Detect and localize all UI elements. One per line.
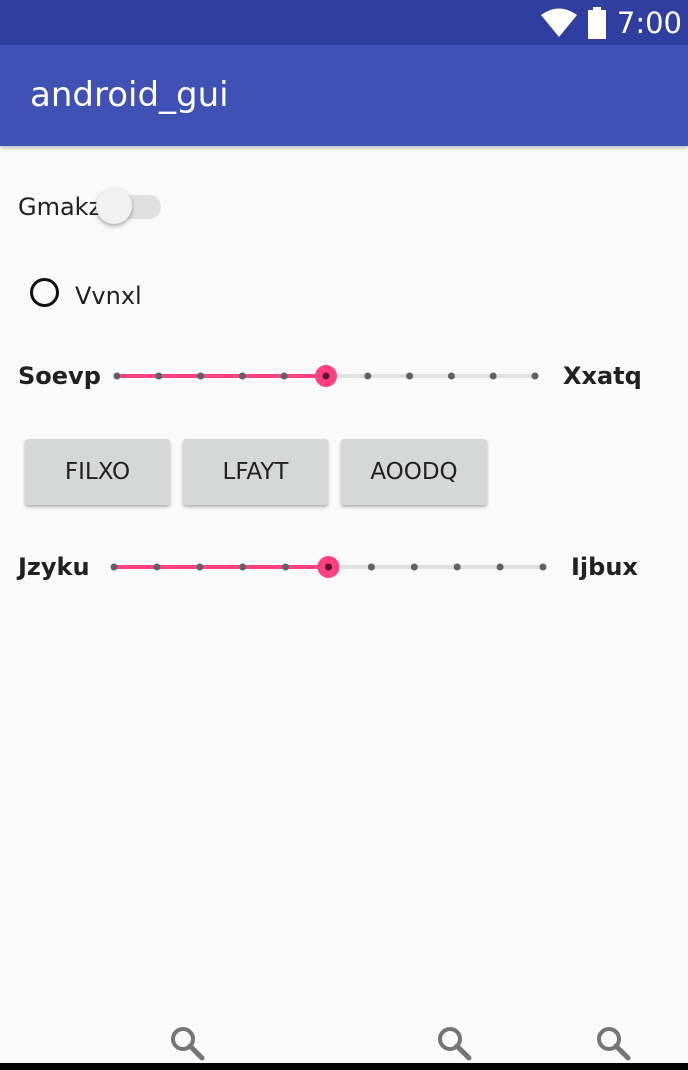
slider1-right-label: Xxatq xyxy=(563,362,642,390)
slider1-thumb-dot xyxy=(322,372,330,380)
status-icons: 7:00 xyxy=(540,0,682,45)
slider2-right-label: Ijbux xyxy=(571,553,638,581)
slider2-tick xyxy=(196,563,204,571)
slider1-tick xyxy=(531,372,539,380)
status-bar: 7:00 xyxy=(0,0,688,45)
slider2-tick xyxy=(539,563,547,571)
slider1-tick xyxy=(364,372,372,380)
search-icon[interactable] xyxy=(169,1025,205,1061)
slider1-tick xyxy=(113,372,121,380)
slider2-tick xyxy=(110,563,118,571)
switch-thumb[interactable] xyxy=(96,188,132,224)
app-title: android_gui xyxy=(30,75,229,115)
app-bar: android_gui xyxy=(0,45,688,146)
battery-icon xyxy=(587,6,606,39)
slider2-tick xyxy=(153,563,161,571)
slider2-tick xyxy=(367,563,375,571)
slider1-tick xyxy=(155,372,163,380)
clock: 7:00 xyxy=(616,5,682,40)
slider1-tick xyxy=(406,372,414,380)
navigation-bar xyxy=(0,1063,688,1070)
wifi-icon xyxy=(540,8,577,37)
slider1-tick xyxy=(447,372,455,380)
slider2-tick xyxy=(496,563,504,571)
slider1-tick xyxy=(238,372,246,380)
slider2-thumb-dot xyxy=(325,563,332,571)
slider1-tick xyxy=(197,372,205,380)
radio-label: Vvnxl xyxy=(75,282,142,310)
aoodq-button[interactable]: AOODQ xyxy=(341,439,487,505)
slider2-tick xyxy=(453,563,461,571)
search-icon[interactable] xyxy=(595,1025,631,1061)
slider1-tick xyxy=(489,372,497,380)
slider2-tick xyxy=(239,563,247,571)
search-icon[interactable] xyxy=(436,1025,472,1061)
slider1-tick xyxy=(280,372,288,380)
slider2-tick xyxy=(282,563,290,571)
lfayt-button[interactable]: LFAYT xyxy=(183,439,328,505)
slider2-tick xyxy=(410,563,418,571)
switch-label: Gmakz xyxy=(18,193,102,221)
filxo-button[interactable]: FILXO xyxy=(25,439,170,505)
radio-button[interactable] xyxy=(30,278,59,307)
